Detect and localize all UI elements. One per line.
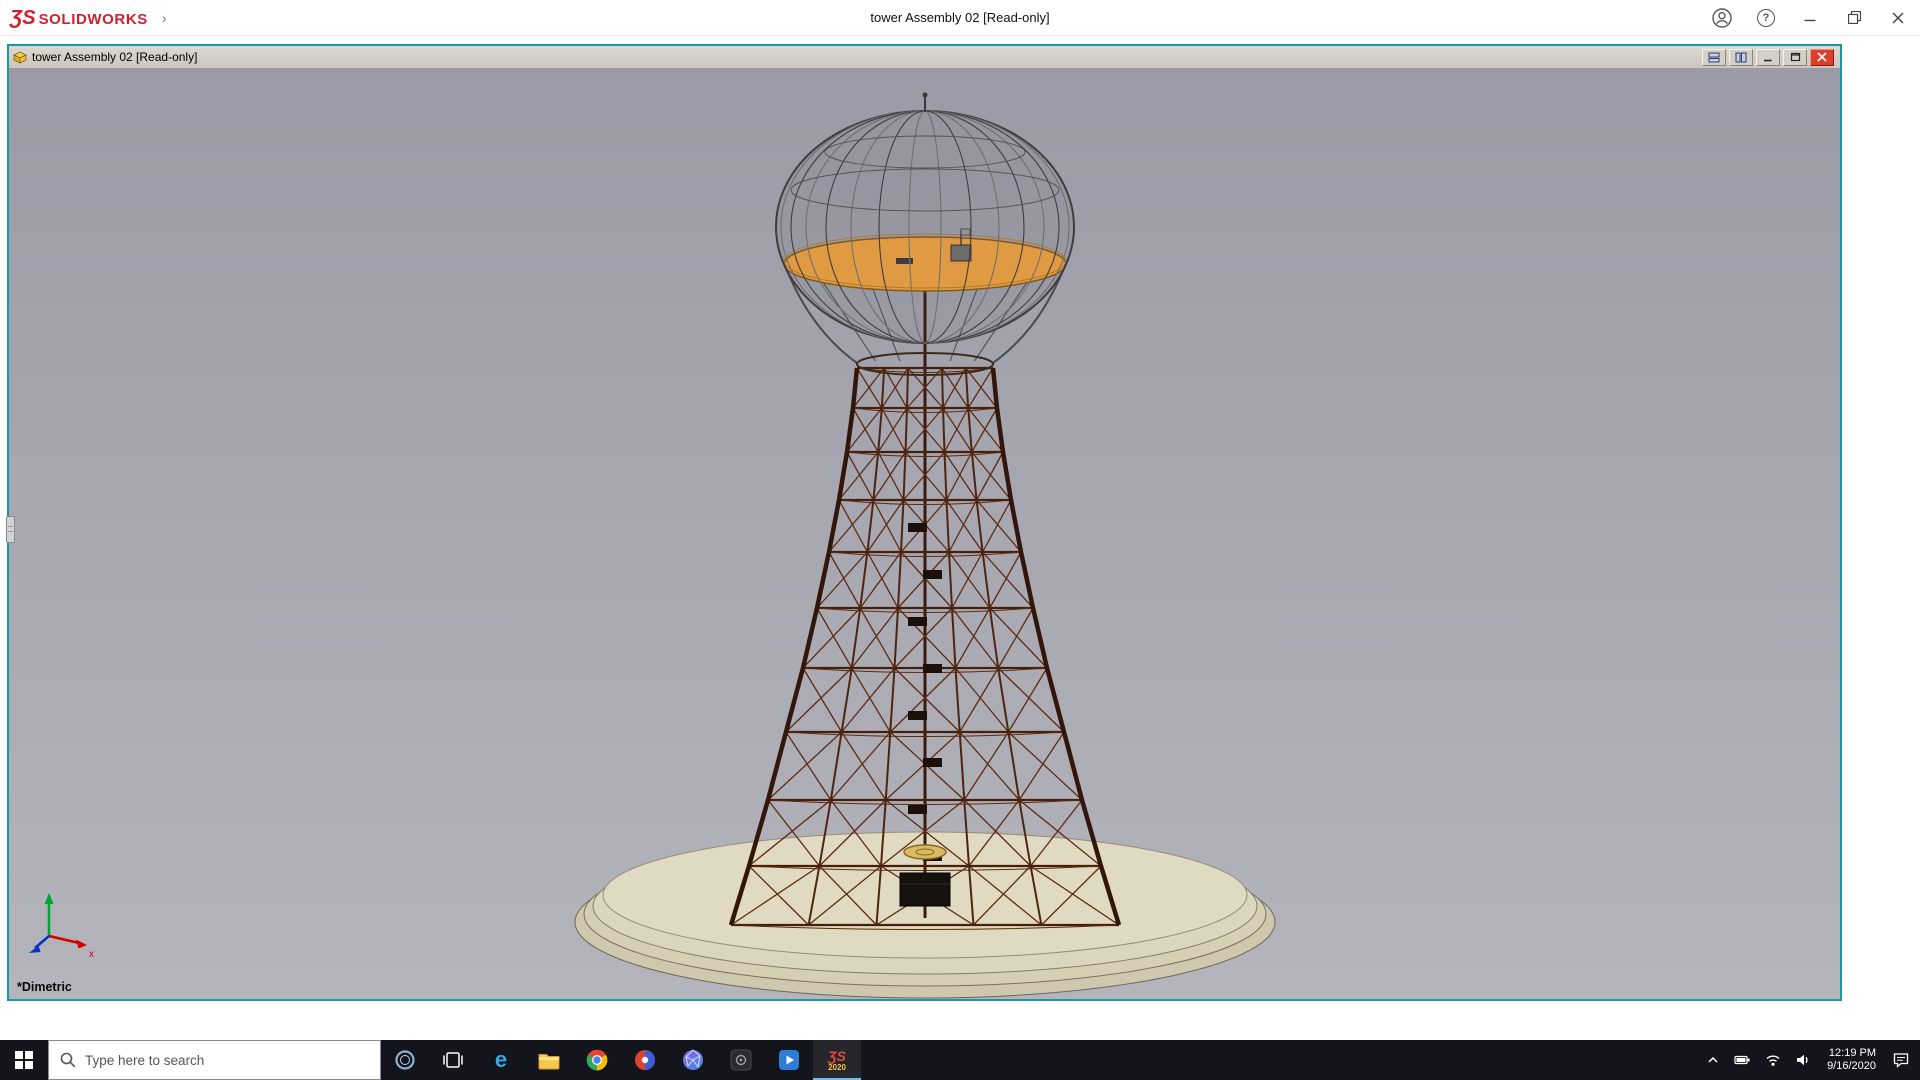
task-view-icon — [442, 1049, 464, 1071]
network-button[interactable] — [1759, 1040, 1787, 1080]
battery-button[interactable] — [1728, 1040, 1757, 1080]
solidworks-version-badge: 2020 — [828, 1063, 846, 1072]
doc-close-button[interactable] — [1810, 49, 1834, 66]
svg-text:e: e — [495, 1048, 507, 1072]
document-window-controls — [1702, 49, 1836, 66]
viewport-canvas[interactable]: x — [9, 68, 1840, 999]
3d-viewer-icon — [682, 1049, 704, 1071]
solidworks-icon: ƷS — [828, 1049, 846, 1063]
doc-minimize-icon — [1763, 53, 1773, 62]
close-button[interactable] — [1876, 0, 1920, 35]
restore-button[interactable] — [1832, 0, 1876, 35]
clock-date: 9/16/2020 — [1827, 1060, 1876, 1073]
clock-time: 12:19 PM — [1827, 1047, 1876, 1060]
tile-horizontal-icon — [1708, 52, 1720, 63]
volume-button[interactable] — [1789, 1040, 1817, 1080]
document-window: tower Assembly 02 [Read-only] — [7, 44, 1842, 1001]
help-icon: ? — [1757, 9, 1775, 27]
doc-tile-horizontal-button[interactable] — [1702, 49, 1726, 66]
action-center-button[interactable] — [1886, 1040, 1916, 1080]
minimize-icon — [1804, 12, 1816, 24]
battery-icon — [1734, 1052, 1751, 1068]
edge-icon: e — [489, 1048, 513, 1072]
solidworks-taskbar-button[interactable]: ƷS 2020 — [813, 1040, 861, 1080]
menu-flyout-arrow[interactable]: › — [162, 10, 167, 26]
volume-icon — [1795, 1052, 1811, 1068]
colored-app-icon — [634, 1049, 656, 1071]
app-button-1[interactable] — [621, 1040, 669, 1080]
action-center-icon — [1892, 1051, 1910, 1069]
search-icon — [60, 1052, 76, 1068]
help-button[interactable]: ? — [1744, 0, 1788, 35]
chrome-button[interactable] — [573, 1040, 621, 1080]
file-explorer-icon — [537, 1048, 561, 1072]
doc-restore-button[interactable] — [1783, 49, 1807, 66]
assembly-cube-icon — [13, 51, 27, 64]
app-titlebar: ƷS SOLIDWORKS › tower Assembly 02 [Read-… — [0, 0, 1920, 36]
start-button[interactable] — [0, 1040, 48, 1080]
app-button-3[interactable] — [765, 1040, 813, 1080]
minimize-button[interactable] — [1788, 0, 1832, 35]
tray-chevron-button[interactable] — [1700, 1040, 1726, 1080]
edge-button[interactable]: e — [477, 1040, 525, 1080]
doc-minimize-button[interactable] — [1756, 49, 1780, 66]
task-view-button[interactable] — [429, 1040, 477, 1080]
close-icon — [1892, 12, 1904, 24]
tile-vertical-icon — [1735, 52, 1747, 63]
document-titlebar[interactable]: tower Assembly 02 [Read-only] — [9, 46, 1840, 68]
search-placeholder: Type here to search — [85, 1053, 204, 1068]
app-button-2[interactable] — [717, 1040, 765, 1080]
viewport-3d[interactable]: x *Dimetric — [9, 68, 1840, 999]
system-tray: 12:19 PM 9/16/2020 — [1700, 1040, 1920, 1080]
cortana-button[interactable] — [381, 1040, 429, 1080]
chrome-icon — [585, 1048, 609, 1072]
taskbar: Type here to search e — [0, 1040, 1920, 1080]
view-orientation-label: *Dimetric — [17, 980, 72, 994]
cortana-icon — [394, 1049, 416, 1071]
network-icon — [1765, 1052, 1781, 1068]
tray-chevron-icon — [1706, 1053, 1720, 1067]
blue-tile-app-icon — [778, 1049, 800, 1071]
viewer-3d-button[interactable] — [669, 1040, 717, 1080]
workspace: tower Assembly 02 [Read-only] — [0, 36, 1920, 1040]
svg-text:x: x — [89, 949, 94, 960]
document-title: tower Assembly 02 [Read-only] — [32, 50, 197, 64]
doc-restore-icon — [1790, 52, 1801, 62]
screen: ƷS SOLIDWORKS › tower Assembly 02 [Read-… — [0, 0, 1920, 1080]
file-explorer-button[interactable] — [525, 1040, 573, 1080]
windows-start-icon — [15, 1051, 33, 1069]
taskbar-clock[interactable]: 12:19 PM 9/16/2020 — [1819, 1047, 1884, 1073]
solidworks-logo-name: SOLIDWORKS — [39, 11, 148, 28]
restore-icon — [1848, 11, 1861, 24]
doc-tile-vertical-button[interactable] — [1729, 49, 1753, 66]
solidworks-logo: ƷS SOLIDWORKS — [0, 8, 148, 28]
dark-tile-app-icon — [730, 1049, 752, 1071]
taskbar-search[interactable]: Type here to search — [48, 1040, 381, 1080]
pane-splitter-grip[interactable] — [6, 516, 15, 543]
doc-close-icon — [1817, 52, 1827, 62]
window-actions: ? — [1700, 0, 1920, 35]
account-button[interactable] — [1700, 0, 1744, 35]
solidworks-logo-mark: ƷS — [10, 8, 36, 28]
user-account-icon — [1711, 7, 1733, 29]
app-title: tower Assembly 02 [Read-only] — [0, 10, 1920, 25]
